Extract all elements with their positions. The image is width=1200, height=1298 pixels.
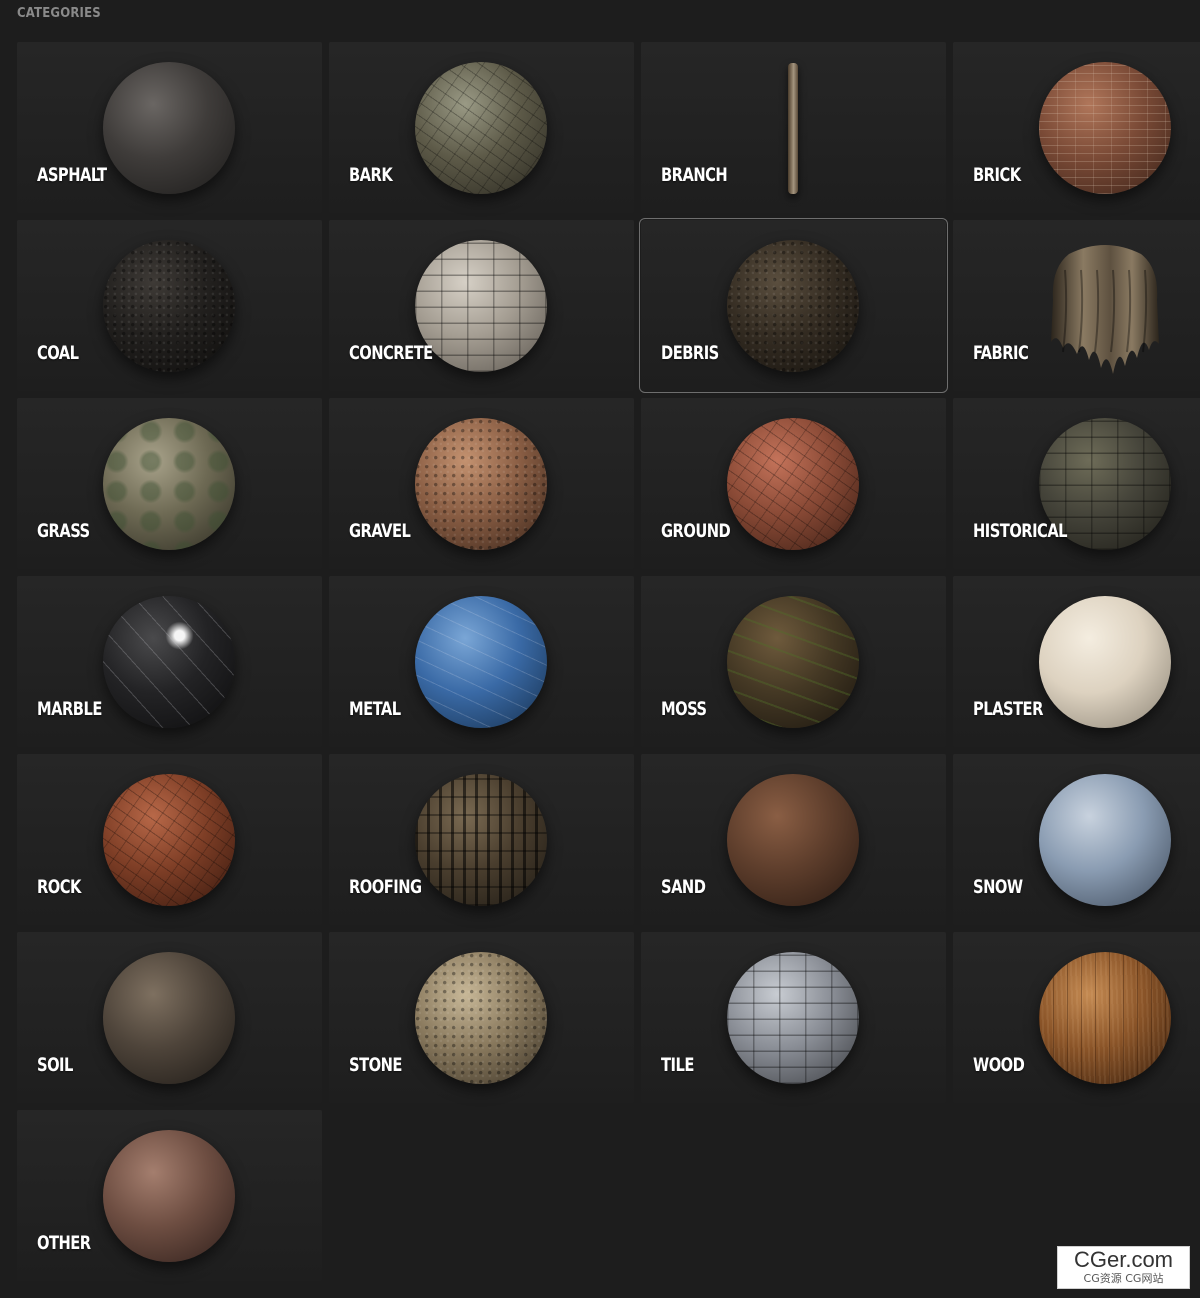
category-tile-concrete[interactable]: CONCRETE — [329, 220, 634, 391]
other-sphere-icon — [103, 1130, 235, 1262]
category-label: MARBLE — [37, 698, 102, 720]
brick-sphere-icon — [1039, 62, 1171, 194]
ground-sphere-icon — [727, 418, 859, 550]
coal-sphere-icon — [103, 240, 235, 372]
category-tile-stone[interactable]: STONE — [329, 932, 634, 1103]
category-label: BRICK — [973, 164, 1021, 186]
category-tile-asphalt[interactable]: ASPHALT — [17, 42, 322, 213]
category-label: STONE — [349, 1054, 402, 1076]
stone-sphere-icon — [415, 952, 547, 1084]
category-label: ROCK — [37, 876, 81, 898]
metal-sphere-icon — [415, 596, 547, 728]
category-tile-roofing[interactable]: ROOFING — [329, 754, 634, 925]
watermark-badge: CGer.com CG资源 CG网站 — [1057, 1246, 1190, 1289]
category-label: SNOW — [973, 876, 1023, 898]
category-tile-wood[interactable]: WOOD — [953, 932, 1200, 1103]
category-tile-fabric[interactable]: FABRIC — [953, 220, 1200, 391]
sand-sphere-icon — [727, 774, 859, 906]
category-tile-debris[interactable]: DEBRIS — [639, 218, 948, 393]
category-tile-soil[interactable]: SOIL — [17, 932, 322, 1103]
asphalt-sphere-icon — [103, 62, 235, 194]
category-tile-marble[interactable]: MARBLE — [17, 576, 322, 747]
branch-icon — [788, 63, 798, 194]
category-label: GROUND — [661, 520, 731, 542]
category-label: ASPHALT — [37, 164, 107, 186]
moss-sphere-icon — [727, 596, 859, 728]
category-label: SOIL — [37, 1054, 73, 1076]
marble-sphere-icon — [103, 596, 235, 728]
category-tile-ground[interactable]: GROUND — [641, 398, 946, 569]
category-tile-sand[interactable]: SAND — [641, 754, 946, 925]
watermark-text: CGer.com — [1073, 1247, 1174, 1272]
category-label: TILE — [661, 1054, 694, 1076]
categories-heading: CATEGORIES — [17, 6, 101, 21]
bark-sphere-icon — [415, 62, 547, 194]
category-tile-historical[interactable]: HISTORICAL — [953, 398, 1200, 569]
category-tile-other[interactable]: OTHER — [17, 1110, 322, 1281]
category-tile-branch[interactable]: BRANCH — [641, 42, 946, 213]
category-tile-rock[interactable]: ROCK — [17, 754, 322, 925]
category-label: DEBRIS — [661, 342, 719, 364]
debris-sphere-icon — [727, 240, 859, 372]
category-tile-plaster[interactable]: PLASTER — [953, 576, 1200, 747]
soil-sphere-icon — [103, 952, 235, 1084]
wood-sphere-icon — [1039, 952, 1171, 1084]
category-label: BRANCH — [661, 164, 728, 186]
rock-sphere-icon — [103, 774, 235, 906]
watermark-subtext: CG资源 CG网站 — [1083, 1272, 1164, 1285]
category-label: ROOFING — [349, 876, 422, 898]
category-label: OTHER — [37, 1232, 91, 1254]
category-tile-brick[interactable]: BRICK — [953, 42, 1200, 213]
category-tile-grass[interactable]: GRASS — [17, 398, 322, 569]
category-label: METAL — [349, 698, 401, 720]
category-tile-tile[interactable]: TILE — [641, 932, 946, 1103]
fabric-cloth-icon — [1051, 245, 1159, 374]
category-label: CONCRETE — [349, 342, 433, 364]
category-label: COAL — [37, 342, 79, 364]
concrete-sphere-icon — [415, 240, 547, 372]
category-label: PLASTER — [973, 698, 1043, 720]
plaster-sphere-icon — [1039, 596, 1171, 728]
category-tile-bark[interactable]: BARK — [329, 42, 634, 213]
gravel-sphere-icon — [415, 418, 547, 550]
category-tile-metal[interactable]: METAL — [329, 576, 634, 747]
category-label: WOOD — [973, 1054, 1025, 1076]
category-label: MOSS — [661, 698, 707, 720]
category-label: SAND — [661, 876, 706, 898]
category-tile-coal[interactable]: COAL — [17, 220, 322, 391]
snow-sphere-icon — [1039, 774, 1171, 906]
grass-sphere-icon — [103, 418, 235, 550]
category-tile-snow[interactable]: SNOW — [953, 754, 1200, 925]
category-label: FABRIC — [973, 342, 1029, 364]
category-label: GRAVEL — [349, 520, 411, 542]
category-label: GRASS — [37, 520, 90, 542]
category-grid: ASPHALT BARK BRANCH BRICK COAL CONCRETE DEBRIS… — [17, 42, 1200, 1281]
category-label: HISTORICAL — [973, 520, 1068, 542]
category-label: BARK — [349, 164, 393, 186]
category-tile-moss[interactable]: MOSS — [641, 576, 946, 747]
roofing-sphere-icon — [415, 774, 547, 906]
category-tile-gravel[interactable]: GRAVEL — [329, 398, 634, 569]
tile-sphere-icon — [727, 952, 859, 1084]
